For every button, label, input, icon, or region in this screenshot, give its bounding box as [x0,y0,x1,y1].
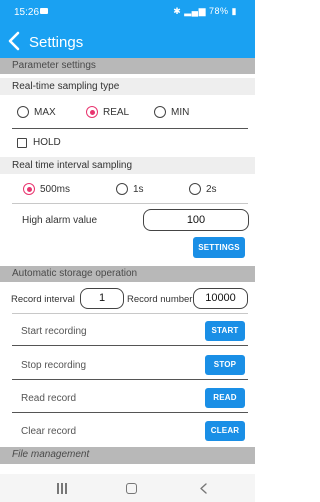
battery-percent: 78% [209,6,229,16]
signal-icon: ▂▄▆ [184,6,206,16]
page-title: Settings [29,34,84,51]
stop-recording-label: Stop recording [21,360,87,371]
radio-real-indicator [86,106,98,118]
radio-2s[interactable]: 2s [189,183,217,195]
status-bar: 15:26 ✱ ▂▄▆ 78% ▮ [0,0,255,24]
clear-record-label: Clear record [21,426,77,437]
clear-button[interactable]: CLEAR [205,421,245,441]
high-alarm-input[interactable]: 100 [143,209,249,231]
back-arrow-icon[interactable] [6,30,22,52]
hold-checkbox-box [17,137,27,148]
radio-max-indicator [17,106,29,118]
radio-real-label: REAL [103,106,130,118]
bluetooth-icon: ✱ [173,6,182,16]
start-button[interactable]: START [205,321,245,341]
home-icon[interactable] [126,483,137,494]
radio-500ms-indicator [23,183,35,195]
radio-2s-indicator [189,183,201,195]
navigation-bar [0,474,255,502]
settings-button[interactable]: SETTINGS [193,237,245,258]
sampling-type-label: Real-time sampling type [0,78,255,95]
read-record-label: Read record [21,393,77,404]
nav-back-icon[interactable] [199,483,209,494]
record-number-input[interactable]: 10000 [193,288,248,309]
record-interval-input[interactable]: 1 [80,288,124,309]
radio-500ms-label: 500ms [40,183,71,195]
app-bar: Settings [0,24,255,58]
radio-real[interactable]: REAL [86,106,129,118]
read-button[interactable]: READ [205,388,245,408]
record-interval-label: Record interval [11,294,75,305]
divider [12,128,248,129]
radio-min-indicator [154,106,166,118]
record-number-label: Record number [127,294,193,305]
radio-2s-label: 2s [206,183,217,195]
divider [12,412,248,413]
status-time: 15:26 [14,7,40,18]
high-alarm-label: High alarm value [22,215,98,226]
battery-icon: ▮ [231,6,237,16]
file-management-header[interactable]: File management [0,447,255,464]
divider [12,313,248,314]
radio-max[interactable]: MAX [17,106,56,118]
storage-header: Automatic storage operation [0,266,255,282]
radio-max-label: MAX [34,106,56,118]
interval-sampling-label: Real time interval sampling [0,157,255,174]
radio-min-label: MIN [171,106,190,118]
hold-label: HOLD [33,137,61,148]
divider [12,203,248,204]
radio-1s-label: 1s [133,183,144,195]
recent-apps-icon[interactable] [56,483,68,494]
parameter-settings-header: Parameter settings [0,58,255,74]
radio-min[interactable]: MIN [154,106,189,118]
radio-500ms[interactable]: 500ms [23,183,70,195]
gallery-notification-icon [40,8,48,14]
hold-checkbox[interactable]: HOLD [17,137,61,148]
divider [12,345,248,346]
status-indicators: ✱ ▂▄▆ 78% ▮ [173,6,237,17]
stop-button[interactable]: STOP [205,355,245,375]
divider [12,379,248,380]
radio-1s[interactable]: 1s [116,183,144,195]
radio-1s-indicator [116,183,128,195]
start-recording-label: Start recording [21,326,87,337]
